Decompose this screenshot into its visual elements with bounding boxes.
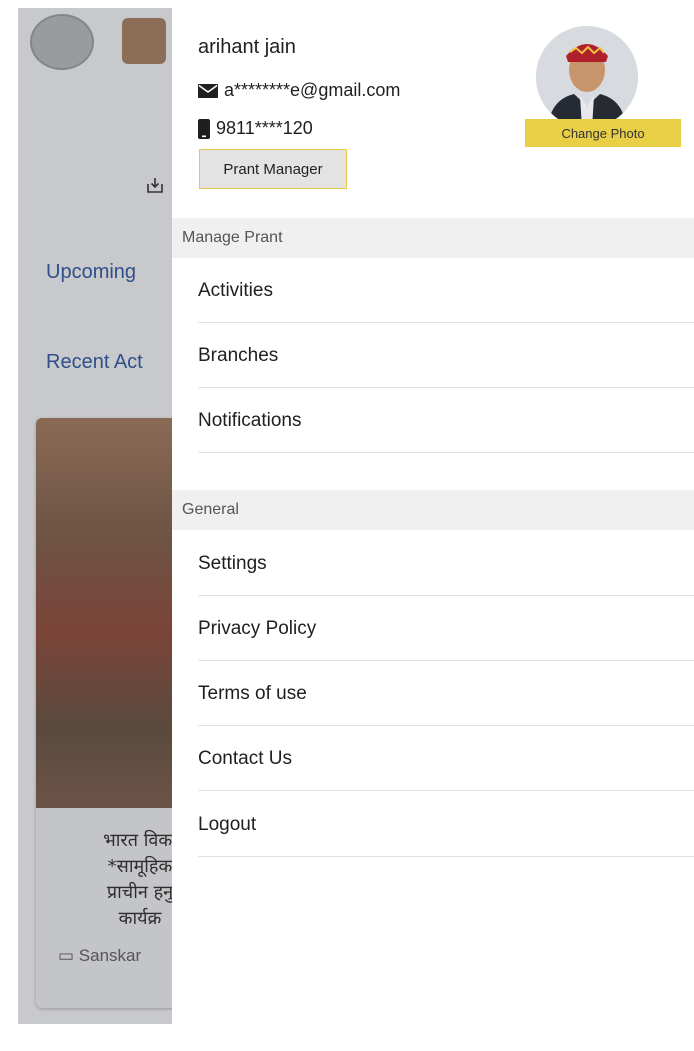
activity-card-meta: ▭ Sanskar [58,946,141,966]
menu-item-logout[interactable]: Logout [198,793,694,857]
upcoming-heading: Upcoming [46,261,137,283]
menu-item-settings[interactable]: Settings [198,532,694,596]
section-header-manage-prant: Manage Prant [172,218,694,258]
user-name: arihant jain [198,36,296,58]
user-phone: 9811****120 [216,118,313,138]
menu-item-terms-of-use[interactable]: Terms of use [198,662,694,726]
download-icon [146,176,164,199]
email-row: a********e@gmail.com [198,80,400,101]
organization-logo [30,14,94,70]
activity-category: Sanskar [78,946,142,965]
menu-item-contact-us[interactable]: Contact Us [198,727,694,791]
phone-icon [198,118,210,139]
navigation-drawer: arihant jain a********e@gmail.com 9811**… [172,0,694,1051]
menu-item-privacy-policy[interactable]: Privacy Policy [198,597,694,661]
avatar [536,26,638,128]
profile-header: arihant jain a********e@gmail.com 9811**… [172,0,694,216]
section-header-general: General [172,490,694,530]
phone-row: 9811****120 [198,118,313,139]
menu-item-activities[interactable]: Activities [198,259,694,323]
user-email: a********e@gmail.com [224,80,401,100]
role-button[interactable]: Prant Manager [199,149,347,189]
calendar-icon: ▭ [58,946,75,965]
menu-item-branches[interactable]: Branches [198,324,694,388]
recent-activities-heading: Recent Act [46,351,143,373]
event-thumbnail [122,18,166,64]
menu-item-notifications[interactable]: Notifications [198,389,694,453]
change-photo-button[interactable]: Change Photo [525,119,681,147]
mail-icon [198,83,218,98]
